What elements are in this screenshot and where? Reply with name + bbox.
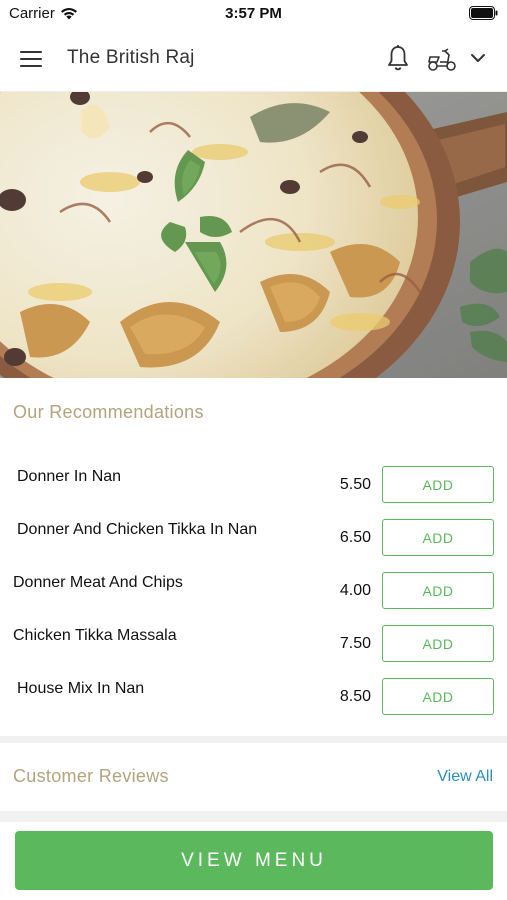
menu-item-row: Donner In Nan 5.50 ADD: [0, 456, 507, 509]
add-to-cart-button[interactable]: ADD: [382, 678, 494, 715]
menu-item-row: Donner Meat And Chips 4.00 ADD: [0, 562, 507, 615]
menu-item-row: House Mix In Nan 8.50 ADD: [0, 668, 507, 721]
add-to-cart-button[interactable]: ADD: [382, 625, 494, 662]
hero-food-image: [0, 92, 507, 378]
menu-item-price: 5.50: [339, 476, 371, 493]
menu-item-price: 6.50: [339, 529, 371, 546]
customer-reviews-section: Customer Reviews View All: [0, 743, 507, 811]
menu-item-row: Donner And Chicken Tikka In Nan 6.50 ADD: [0, 509, 507, 562]
scooter-icon[interactable]: [426, 46, 458, 72]
menu-item-price: 8.50: [339, 688, 371, 705]
hamburger-menu-icon[interactable]: [20, 46, 48, 74]
add-to-cart-button[interactable]: ADD: [382, 466, 494, 503]
menu-item-price: 7.50: [339, 635, 371, 652]
view-menu-button[interactable]: VIEW MENU: [15, 831, 493, 890]
add-to-cart-button[interactable]: ADD: [382, 519, 494, 556]
status-time: 3:57 PM: [225, 5, 282, 22]
menu-item-price: 4.00: [339, 582, 371, 599]
menu-item-name: Donner And Chicken Tikka In Nan: [17, 521, 258, 538]
chevron-down-icon[interactable]: [469, 50, 487, 66]
view-all-reviews-link[interactable]: View All: [437, 768, 493, 786]
section-divider: [0, 736, 507, 743]
add-to-cart-button[interactable]: ADD: [382, 572, 494, 609]
recommendations-section: Our Recommendations Donner In Nan 5.50 A…: [0, 378, 507, 736]
section-divider: [0, 811, 507, 822]
recommendations-heading: Our Recommendations: [13, 402, 204, 422]
customer-reviews-heading: Customer Reviews: [13, 766, 169, 786]
menu-item-name: House Mix In Nan: [17, 680, 145, 697]
restaurant-title: The British Raj: [67, 47, 195, 68]
bell-icon[interactable]: [385, 44, 411, 72]
menu-item-name: Donner In Nan: [17, 468, 122, 485]
status-bar: Carrier 3:57 PM: [0, 0, 507, 28]
menu-item-name: Chicken Tikka Massala: [13, 627, 177, 644]
menu-item-name: Donner Meat And Chips: [13, 574, 183, 591]
bottom-action-bar: VIEW MENU: [0, 822, 507, 900]
biryani-dish-photo: [0, 92, 507, 378]
menu-item-row: Chicken Tikka Massala 7.50 ADD: [0, 615, 507, 668]
battery-icon: [469, 6, 498, 20]
top-nav-bar: The British Raj: [0, 28, 507, 92]
